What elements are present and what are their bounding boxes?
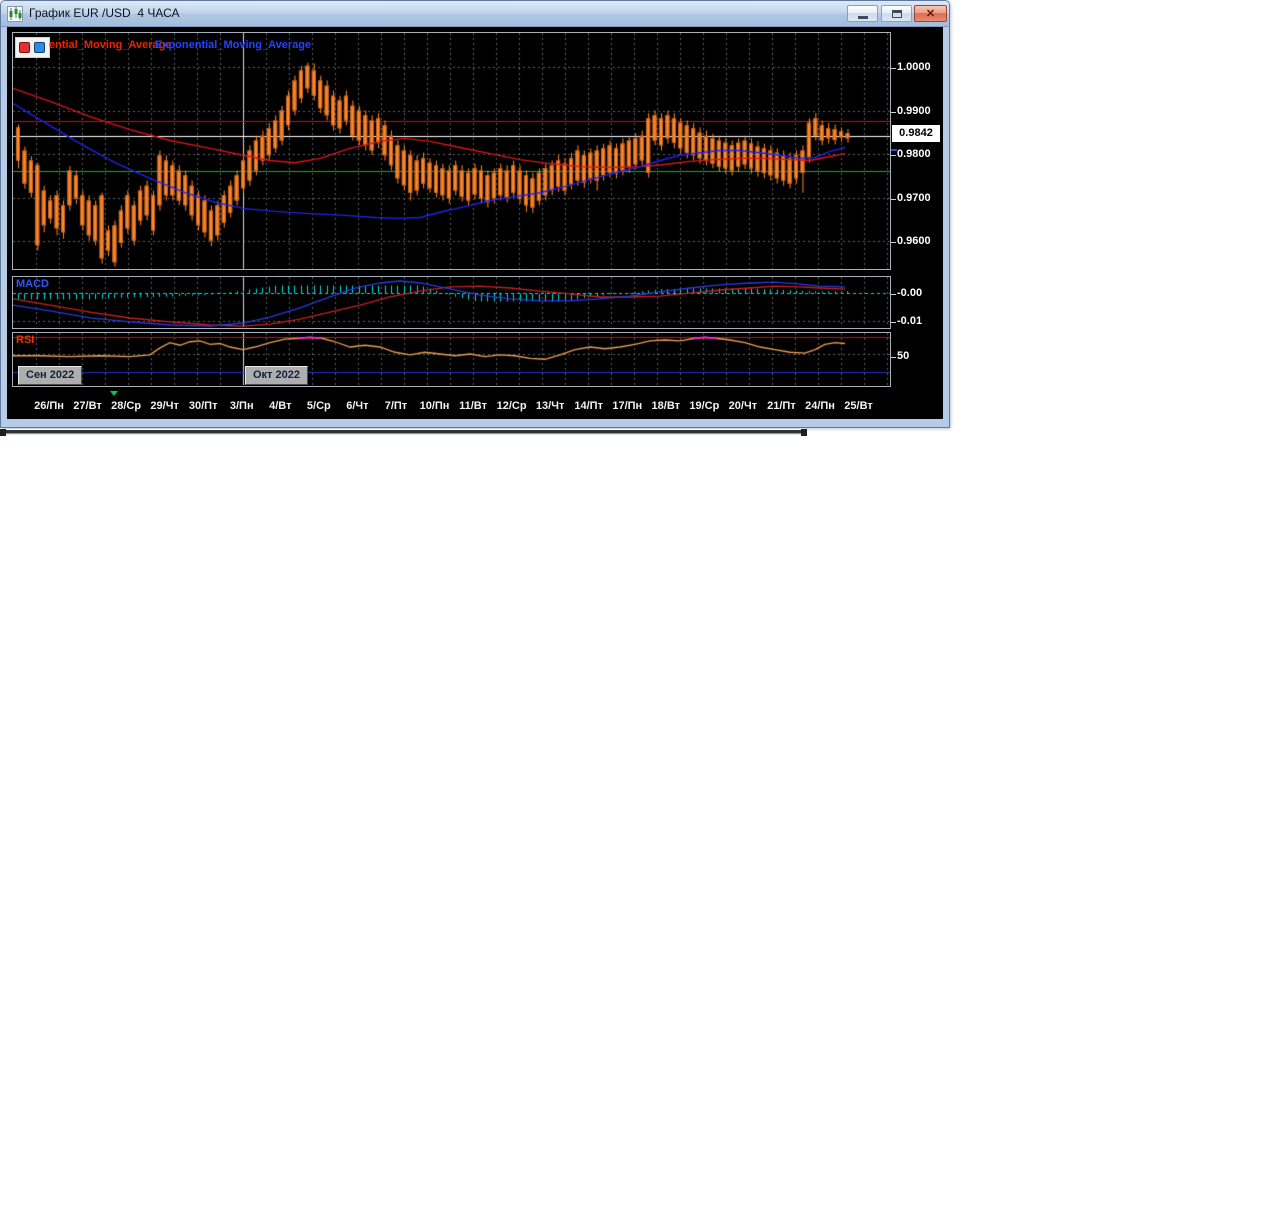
maximize-button[interactable]: [881, 5, 912, 22]
date-label: 21/Пт: [767, 400, 796, 412]
close-button[interactable]: ✕: [914, 5, 947, 22]
month-button-okt-2022[interactable]: Окт 2022: [245, 366, 308, 385]
date-label: 18/Вт: [652, 400, 680, 412]
price-label-0.9600: 0.9600: [897, 235, 945, 247]
ema-blue-swatch[interactable]: [34, 42, 45, 53]
date-label: 17/Пн: [612, 400, 642, 412]
price-label-0.9800: 0.9800: [897, 148, 945, 160]
macd-value-label: -0.00: [897, 287, 945, 299]
date-label: 14/Пт: [574, 400, 603, 412]
current-price-badge: 0.9842: [892, 125, 940, 142]
price-label-0.9700: 0.9700: [897, 192, 945, 204]
date-label: 3/Пн: [230, 400, 254, 412]
date-label: 29/Чт: [150, 400, 178, 412]
price-label-0.9900: 0.9900: [897, 105, 945, 117]
ema-red-swatch[interactable]: [19, 42, 30, 53]
price-label-0.9800-tick: [891, 155, 896, 156]
minimize-button[interactable]: [847, 5, 878, 22]
date-label: 7/Пт: [385, 400, 407, 412]
splitter-right-cap: [801, 429, 807, 436]
date-label: 13/Чт: [536, 400, 564, 412]
price-label-0.9700-tick: [891, 199, 896, 200]
rsi-label: RSI: [16, 334, 34, 346]
chart-window: График EUR /USD 4 ЧАСА ✕ ential_Moving_A…: [0, 0, 950, 428]
close-icon: ✕: [915, 7, 946, 20]
date-label: 19/Ср: [689, 400, 719, 412]
price-label-0.9900-tick: [891, 112, 896, 113]
ema-red-legend-label: ential_Moving_Average: [49, 39, 171, 51]
date-axis: 26/Пн 27/Вт 28/Ср 29/Чт 30/Пт 3/Пн 4/Вт 5/Ср 6/Ч…: [7, 400, 943, 416]
minimize-icon: [858, 16, 868, 19]
window-splitter-bar[interactable]: [0, 429, 807, 435]
date-label: 4/Вт: [269, 400, 291, 412]
price-label-0.9600-tick: [891, 242, 896, 243]
date-label: 10/Пн: [420, 400, 450, 412]
date-label: 25/Вт: [844, 400, 872, 412]
date-label: 11/Вт: [459, 400, 487, 412]
date-label: 6/Чт: [346, 400, 368, 412]
price-chart-canvas[interactable]: [13, 33, 890, 385]
maximize-icon: [892, 10, 902, 18]
window-title: График EUR /USD 4 ЧАСА: [29, 6, 180, 20]
desktop: График EUR /USD 4 ЧАСА ✕ ential_Moving_A…: [0, 0, 1266, 1228]
date-label: 27/Вт: [73, 400, 101, 412]
date-label: 30/Пт: [189, 400, 218, 412]
month-button-sep-2022[interactable]: Сен 2022: [18, 366, 82, 385]
rsi-value-label-tick: [891, 357, 896, 358]
date-label: 20/Чт: [729, 400, 757, 412]
date-label: 26/Пн: [34, 400, 64, 412]
candlestick-chart-icon: [7, 6, 23, 22]
splitter-left-cap: [0, 429, 6, 436]
macd-label: MACD: [16, 278, 49, 290]
ema-blue-legend-label: Exponential_Moving_Average: [155, 39, 311, 51]
chart-client-area: ential_Moving_Average Exponential_Moving…: [7, 27, 943, 419]
price-label-1.0000-tick: [891, 68, 896, 69]
date-label: 5/Ср: [307, 400, 331, 412]
date-label: 12/Ср: [497, 400, 527, 412]
price-label-1.0000: 1.0000: [897, 61, 945, 73]
title-bar[interactable]: График EUR /USD 4 ЧАСА ✕: [1, 1, 949, 27]
ema-axis-marker: [891, 149, 897, 151]
date-label: 24/Пн: [805, 400, 835, 412]
macd-value-label-tick: [891, 322, 896, 323]
rsi-value-label: 50: [897, 350, 945, 362]
macd-value-label: -0.01: [897, 315, 945, 327]
scroll-position-marker: [110, 391, 118, 396]
date-label: 28/Ср: [111, 400, 141, 412]
macd-value-label-tick: [891, 294, 896, 295]
indicator-legend: [15, 37, 50, 58]
